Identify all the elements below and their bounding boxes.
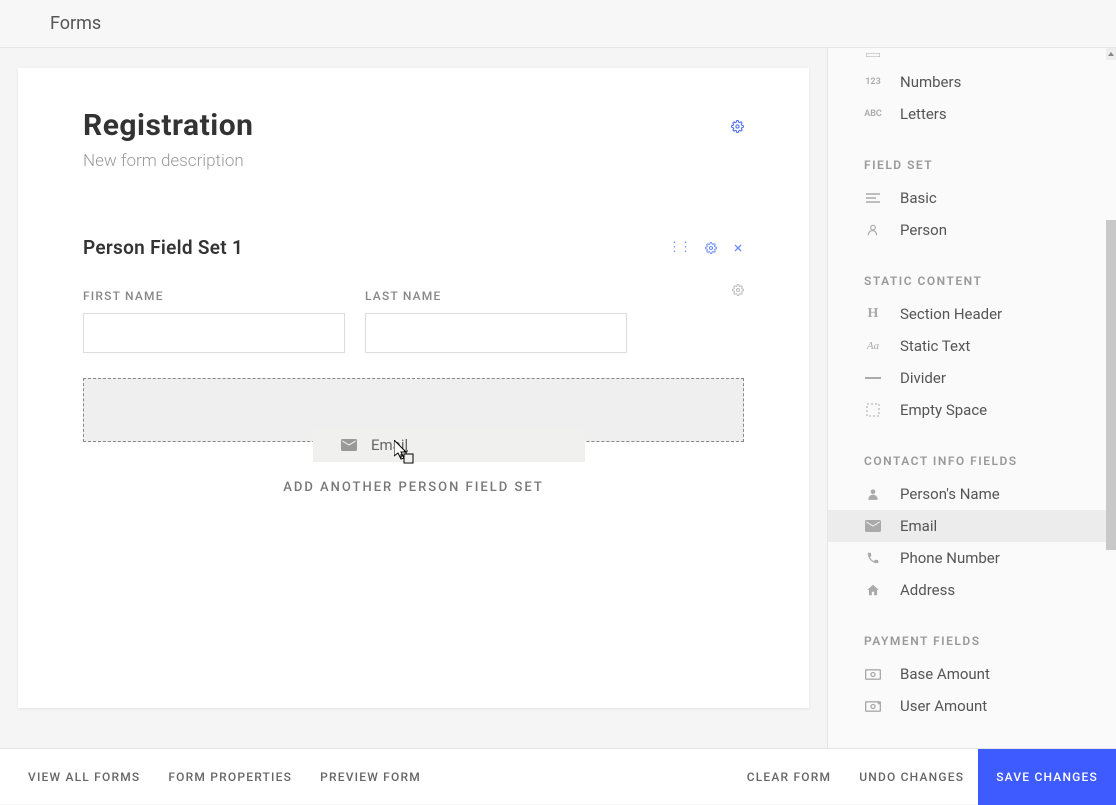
sidebar-section-header: FIELD SET [828,130,1116,182]
sidebar-item-phone-number[interactable]: Phone Number [828,542,1116,574]
field-row: FIRST NAME LAST NAME [83,289,744,353]
first-name-input[interactable] [83,313,345,353]
lines-icon [864,190,882,206]
sidebar-item-label: Empty Space [900,401,987,419]
view-all-forms-button[interactable]: VIEW ALL FORMS [14,749,154,805]
sidebar-item-email[interactable]: Email [828,510,1116,542]
dragging-chip: Email [313,428,585,462]
row-gear-icon[interactable] [732,284,744,296]
sidebar-content: 123 Numbers ABC Letters FIELD SET Basic Perso… [828,48,1116,722]
sidebar-item-label: Divider [900,369,946,387]
sidebar-item-label: Letters [900,105,947,123]
sidebar-section-header: PAYMENT FIELDS [828,606,1116,658]
sidebar-item-person-s-name[interactable]: Person's Name [828,478,1116,510]
bottom-right-actions: CLEAR FORM UNDO CHANGES SAVE CHANGES [733,749,1116,805]
ABC-icon: ABC [864,106,882,122]
fieldset-header: Person Field Set 1 ⋮⋮ [83,236,744,259]
sidebar: 123 Numbers ABC Letters FIELD SET Basic Perso… [827,48,1116,748]
sidebar-item-divider[interactable]: Divider [828,362,1116,394]
sidebar-item-label: Person's Name [900,485,1000,503]
save-changes-button[interactable]: SAVE CHANGES [978,749,1116,805]
sidebar-item-label: Base Amount [900,665,990,683]
form-title[interactable]: Registration [83,108,744,143]
scrollbar-up-arrow[interactable] [1106,48,1116,60]
form-card: Registration New form description Person… [18,68,809,708]
scrollbar-thumb[interactable] [1106,220,1116,550]
sidebar-item-section-header[interactable]: H Section Header [828,298,1116,330]
bottom-bar: VIEW ALL FORMS FORM PROPERTIES PREVIEW F… [0,748,1116,804]
sidebar-item-label: Address [900,581,955,599]
sidebar-section-header: STATIC CONTENT [828,246,1116,298]
sidebar-item-label: Person [900,221,947,239]
sidebar-item-person[interactable]: Person [828,214,1116,246]
sidebar-partial-item[interactable] [828,48,1116,66]
page-title: Forms [50,13,101,34]
sidebar-item-base-amount[interactable]: Base Amount [828,658,1116,690]
empty-icon [864,402,882,418]
sidebar-item-empty-space[interactable]: Empty Space [828,394,1116,426]
sidebar-item-letters[interactable]: ABC Letters [828,98,1116,130]
sidebar-item-static-text[interactable]: Aa Static Text [828,330,1116,362]
fieldset-title[interactable]: Person Field Set 1 [83,236,243,259]
preview-form-button[interactable]: PREVIEW FORM [306,749,435,805]
form-settings-gear-icon[interactable] [731,120,744,133]
person-outline-icon [864,222,882,238]
first-name-field: FIRST NAME [83,289,345,353]
clear-form-button[interactable]: CLEAR FORM [733,749,846,805]
fieldset-actions: ⋮⋮ [668,240,744,255]
box-icon [864,48,882,63]
sidebar-item-address[interactable]: Address [828,574,1116,606]
last-name-field: LAST NAME [365,289,627,353]
sidebar-item-label: Numbers [900,73,961,91]
mail-icon [864,518,882,534]
form-header: Registration New form description [83,108,744,171]
sidebar-item-label: Static Text [900,337,970,355]
H-icon: H [864,306,882,322]
add-another-button[interactable]: ADD ANOTHER PERSON FIELD SET [83,472,744,503]
person-solid-icon [864,486,882,502]
sidebar-item-label: Basic [900,189,937,207]
fieldset-close-icon[interactable] [732,242,744,254]
last-name-input[interactable] [365,313,627,353]
money-plus-icon [864,698,882,714]
first-name-label: FIRST NAME [83,289,345,303]
form-properties-button[interactable]: FORM PROPERTIES [154,749,306,805]
sidebar-item-label: Email [900,517,937,535]
bottom-left-actions: VIEW ALL FORMS FORM PROPERTIES PREVIEW F… [14,749,435,805]
top-header: Forms [0,0,1116,48]
fieldset-gear-icon[interactable] [705,242,717,254]
undo-changes-button[interactable]: UNDO CHANGES [845,749,978,805]
sidebar-item-label: User Amount [900,697,987,715]
sidebar-item-numbers[interactable]: 123 Numbers [828,66,1116,98]
Aa-icon: Aa [864,338,882,354]
dragging-chip-label: Email [371,436,408,454]
sidebar-item-basic[interactable]: Basic [828,182,1116,214]
phone-icon [864,550,882,566]
sidebar-item-user-amount[interactable]: User Amount [828,690,1116,722]
last-name-label: LAST NAME [365,289,627,303]
sidebar-item-label: Section Header [900,305,1002,323]
mail-icon [341,439,357,451]
123-icon: 123 [864,74,882,90]
sidebar-item-label: Phone Number [900,549,1000,567]
fieldset-block: Person Field Set 1 ⋮⋮ FIRST NAME [83,236,744,503]
divider-icon [864,370,882,386]
money-icon [864,666,882,682]
sidebar-section-header: CONTACT INFO FIELDS [828,426,1116,478]
main-area: Registration New form description Person… [0,48,1116,748]
form-description[interactable]: New form description [83,151,744,171]
home-icon [864,582,882,598]
canvas-area: Registration New form description Person… [0,48,827,748]
drag-handle-icon[interactable]: ⋮⋮ [668,240,690,255]
